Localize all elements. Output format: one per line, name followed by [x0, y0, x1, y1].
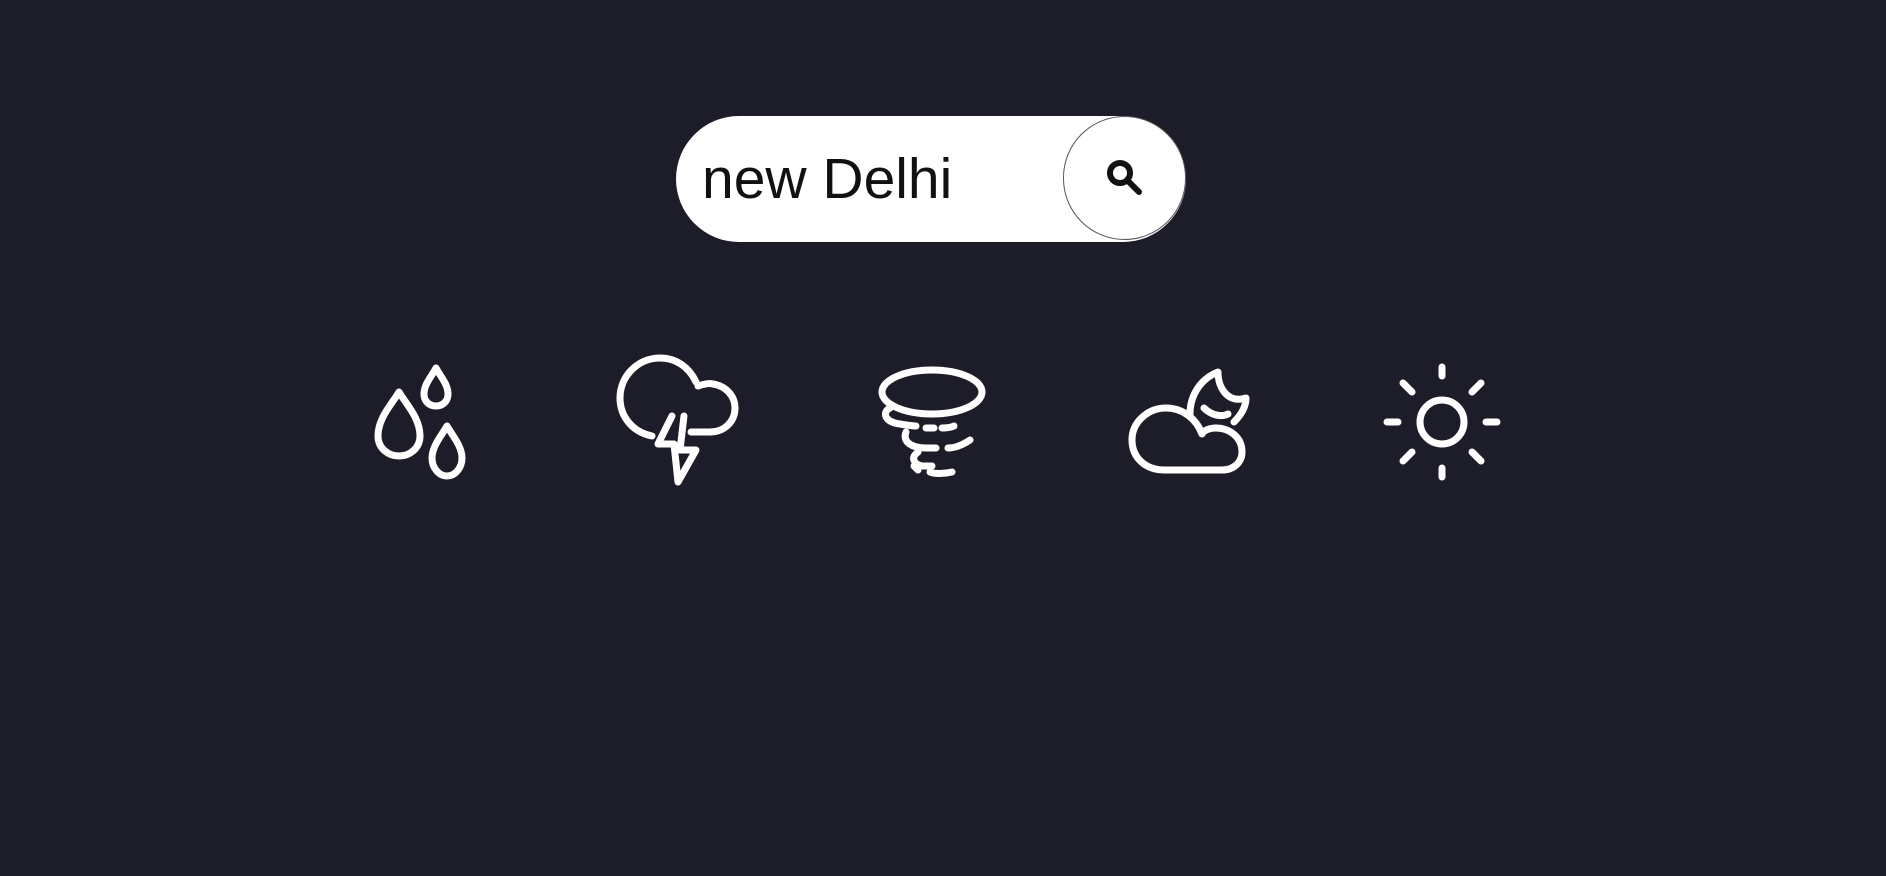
sun-icon[interactable] — [1382, 362, 1502, 482]
search-input[interactable] — [702, 116, 1032, 242]
search-button[interactable] — [1063, 116, 1186, 240]
search-icon — [1106, 160, 1142, 195]
cloudy-night-icon[interactable] — [1124, 366, 1258, 478]
thunderstorm-icon[interactable] — [612, 352, 742, 492]
raindrops-icon[interactable] — [370, 362, 474, 486]
tornado-icon[interactable] — [876, 360, 988, 484]
search-bar — [676, 116, 1186, 242]
